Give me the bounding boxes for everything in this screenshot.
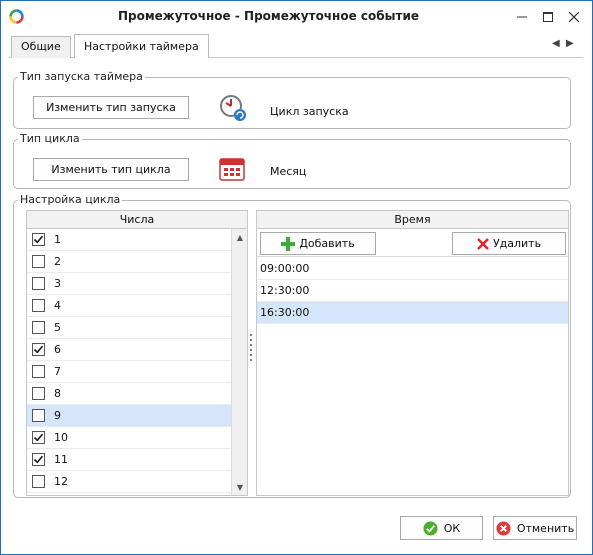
- number-row[interactable]: 6: [27, 339, 231, 361]
- number-label: 1: [54, 233, 61, 246]
- number-label: 2: [54, 255, 61, 268]
- number-row[interactable]: 11: [27, 449, 231, 471]
- splitter-handle[interactable]: [249, 331, 253, 371]
- cycle-setup-group: Настройка цикла Числа 1 2 3 4 5 6 7 8 9 10 11 12 ▲ …: [13, 193, 571, 498]
- cycle-type-group-title: Тип цикла: [18, 132, 82, 145]
- numbers-scrollbar[interactable]: ▲ ▼: [231, 229, 247, 495]
- number-row[interactable]: 4: [27, 295, 231, 317]
- delete-x-icon: [477, 237, 489, 250]
- checkbox-unchecked[interactable]: [32, 299, 45, 312]
- number-label: 5: [54, 321, 61, 334]
- number-row[interactable]: 3: [27, 273, 231, 295]
- maximize-icon: [543, 12, 553, 22]
- title-bar: Промежуточное - Промежуточное событие: [1, 1, 592, 33]
- add-time-button[interactable]: Добавить: [260, 232, 376, 255]
- tab-timer-settings-label: Настройки таймера: [84, 40, 199, 53]
- number-row[interactable]: 9: [27, 405, 231, 427]
- tab-scroll-left-icon[interactable]: ◀: [552, 38, 560, 49]
- scroll-up-icon[interactable]: ▲: [232, 229, 247, 245]
- tab-timer-settings[interactable]: Настройки таймера: [74, 34, 209, 59]
- checkbox-checked[interactable]: [32, 431, 45, 444]
- time-toolbar: Добавить Удалить: [257, 229, 568, 257]
- checkbox-unchecked[interactable]: [32, 409, 45, 422]
- calendar-icon: [219, 158, 245, 181]
- checkbox-checked[interactable]: [32, 343, 45, 356]
- number-row[interactable]: 8: [27, 383, 231, 405]
- cancel-button[interactable]: Отменить: [493, 516, 577, 540]
- number-label: 11: [54, 453, 68, 466]
- change-cycle-type-button[interactable]: Изменить тип цикла: [33, 158, 189, 181]
- tab-strip: Общие Настройки таймера ◀ ▶: [9, 34, 583, 59]
- ok-label: ОК: [443, 521, 461, 535]
- tab-general[interactable]: Общие: [11, 36, 71, 58]
- launch-type-group: Тип запуска таймера Изменить тип запуска…: [13, 70, 571, 129]
- checkmark-icon: [33, 345, 44, 354]
- number-row[interactable]: 12: [27, 471, 231, 493]
- time-header: Время: [257, 211, 568, 229]
- checkbox-unchecked[interactable]: [32, 277, 45, 290]
- close-button[interactable]: [561, 5, 587, 29]
- time-row[interactable]: 09:00:00: [257, 258, 568, 280]
- checkbox-unchecked[interactable]: [32, 255, 45, 268]
- splitter-grip-icon: [250, 334, 252, 361]
- number-label: 7: [54, 365, 61, 378]
- cancel-x-icon: [496, 520, 511, 536]
- number-label: 6: [54, 343, 61, 356]
- number-row[interactable]: 5: [27, 317, 231, 339]
- minimize-button[interactable]: [509, 5, 535, 29]
- delete-time-label: Удалить: [492, 237, 542, 250]
- change-launch-type-label: Изменить тип запуска: [46, 101, 176, 114]
- cycle-type-group: Тип цикла Изменить тип цикла Месяц: [13, 132, 571, 189]
- time-grid: Время Добавить Удалить 09:00:00 12:30:00…: [256, 210, 569, 496]
- number-label: 10: [54, 431, 68, 444]
- launch-type-group-title: Тип запуска таймера: [18, 70, 145, 83]
- tab-scroll-right-icon[interactable]: ▶: [566, 38, 574, 49]
- checkmark-icon: [33, 433, 44, 442]
- checkmark-icon: [33, 455, 44, 464]
- cycle-setup-group-title: Настройка цикла: [18, 193, 123, 206]
- checkbox-unchecked[interactable]: [32, 321, 45, 334]
- checkbox-checked[interactable]: [32, 453, 45, 466]
- checkbox-checked[interactable]: [32, 233, 45, 246]
- add-time-label: Добавить: [299, 237, 355, 250]
- plus-icon: [281, 236, 296, 251]
- numbers-header: Числа: [27, 211, 247, 229]
- tab-general-label: Общие: [21, 40, 61, 53]
- minimize-icon: [517, 16, 527, 18]
- delete-time-button[interactable]: Удалить: [452, 232, 566, 255]
- close-icon: [569, 12, 579, 22]
- numbers-list: 1 2 3 4 5 6 7 8 9 10 11 12: [27, 229, 231, 495]
- clock-cycle-icon: [220, 95, 246, 121]
- ok-check-icon: [423, 520, 438, 536]
- window-title: Промежуточное - Промежуточное событие: [117, 9, 419, 23]
- time-row[interactable]: 16:30:00: [257, 302, 568, 324]
- change-cycle-type-label: Изменить тип цикла: [51, 163, 171, 176]
- checkbox-unchecked[interactable]: [32, 365, 45, 378]
- tab-content: Тип запуска таймера Изменить тип запуска…: [9, 58, 583, 505]
- numbers-grid: Числа 1 2 3 4 5 6 7 8 9 10 11 12 ▲ ▼: [26, 210, 248, 496]
- checkbox-unchecked[interactable]: [32, 387, 45, 400]
- ok-button[interactable]: ОК: [400, 516, 483, 540]
- cycle-type-value: Месяц: [270, 165, 307, 178]
- change-launch-type-button[interactable]: Изменить тип запуска: [33, 96, 189, 119]
- time-list: 09:00:00 12:30:00 16:30:00: [257, 258, 568, 495]
- checkmark-icon: [33, 235, 44, 244]
- scroll-down-icon[interactable]: ▼: [232, 479, 247, 495]
- cancel-label: Отменить: [516, 521, 575, 535]
- number-label: 9: [54, 409, 61, 422]
- number-label: 4: [54, 299, 61, 312]
- number-row[interactable]: 10: [27, 427, 231, 449]
- time-row[interactable]: 12:30:00: [257, 280, 568, 302]
- checkbox-unchecked[interactable]: [32, 475, 45, 488]
- number-row[interactable]: 2: [27, 251, 231, 273]
- number-label: 3: [54, 277, 61, 290]
- number-label: 12: [54, 475, 68, 488]
- number-row[interactable]: 7: [27, 361, 231, 383]
- number-label: 8: [54, 387, 61, 400]
- number-row[interactable]: 1: [27, 229, 231, 251]
- maximize-button[interactable]: [535, 5, 561, 29]
- launch-type-value: Цикл запуска: [270, 105, 349, 118]
- dialog-window: Промежуточное - Промежуточное событие Об…: [0, 0, 593, 555]
